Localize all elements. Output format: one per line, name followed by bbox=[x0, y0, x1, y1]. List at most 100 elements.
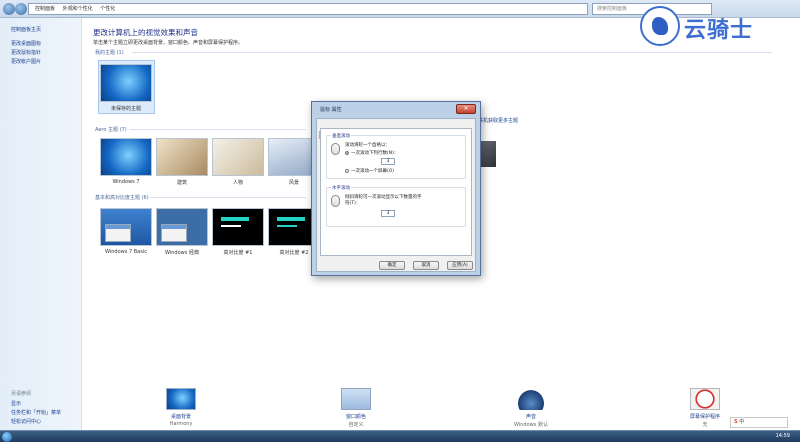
window-color-button[interactable]: 窗口颜色 自定义 bbox=[321, 388, 391, 428]
theme-name: Windows 经典 bbox=[165, 250, 199, 256]
breadcrumb-item[interactable]: 外观和个性化 bbox=[63, 6, 93, 12]
ok-button[interactable]: 确定 bbox=[379, 261, 405, 270]
my-themes-label: 我的主题 (1) bbox=[95, 50, 124, 56]
theme-architecture[interactable]: 建筑 bbox=[152, 138, 212, 186]
theme-windows-classic[interactable]: Windows 经典 bbox=[152, 208, 212, 256]
ime-logo-icon: S bbox=[734, 419, 738, 425]
mouse-icon bbox=[331, 195, 340, 207]
radio-label: 一次滚动一个屏幕(O) bbox=[351, 169, 395, 174]
tray-subtitle: Windows 默认 bbox=[514, 422, 548, 428]
radio-screen[interactable]: 一次滚动一个屏幕(O) bbox=[345, 168, 394, 174]
control-panel-home-link[interactable]: 控制面板主页 bbox=[11, 26, 41, 33]
taskbar-start-menu-link[interactable]: 任务栏和「开始」菜单 bbox=[11, 409, 61, 416]
close-button[interactable]: ✕ bbox=[456, 104, 476, 114]
group-title: 垂直滚动 bbox=[331, 133, 351, 139]
horizontal-scroll-group: 水平滚动 倾斜滑轮可一次滚动显示以下数量的字 符(T)： 3 bbox=[326, 185, 466, 227]
page-subtitle: 单击某个主题立即更改桌面背景、窗口颜色、声音和屏幕保护程序。 bbox=[93, 40, 244, 46]
breadcrumb-item[interactable]: 控制面板 bbox=[35, 6, 55, 12]
window-color-icon bbox=[341, 388, 371, 410]
desktop-background-icon bbox=[166, 388, 196, 410]
display-link[interactable]: 显示 bbox=[11, 400, 21, 407]
theme-thumbnail bbox=[100, 138, 152, 176]
mouse-properties-dialog: 鼠标 属性 ✕ 鼠标键指针指针选项滑轮硬件 垂直滚动 滚动滑轮一个齿格以： 一次… bbox=[311, 101, 481, 276]
customization-tray: 桌面背景 Harmony 窗口颜色 自定义 声音 Windows 默认 屏幕保护… bbox=[82, 380, 800, 430]
theme-thumbnail bbox=[156, 138, 208, 176]
sounds-icon bbox=[516, 388, 546, 410]
change-mouse-pointers-link[interactable]: 更改鼠标指针 bbox=[11, 49, 41, 56]
back-button[interactable] bbox=[3, 3, 15, 15]
cancel-button[interactable]: 取消 bbox=[413, 261, 439, 270]
preview-bar bbox=[277, 217, 305, 221]
theme-name: 未保存的主题 bbox=[110, 106, 141, 112]
dialog-title: 鼠标 属性 bbox=[320, 107, 342, 113]
wheel-pane: 垂直滚动 滚动滑轮一个齿格以： 一次滚动下列行数(N)： 3 一次滚动一个屏幕(… bbox=[320, 128, 472, 256]
tray-title: 窗口颜色 bbox=[345, 414, 366, 420]
section-divider bbox=[150, 197, 306, 198]
radio-button[interactable] bbox=[345, 150, 349, 155]
see-also-heading: 另请参阅 bbox=[11, 391, 32, 397]
theme-name: Windows 7 Basic bbox=[105, 249, 147, 255]
clock[interactable]: 14:59 bbox=[776, 431, 790, 442]
dialog-body: 鼠标键指针指针选项滑轮硬件 垂直滚动 滚动滑轮一个齿格以： 一次滚动下列行数(N… bbox=[316, 118, 476, 272]
theme-thumbnail bbox=[100, 208, 152, 246]
breadcrumb-item[interactable]: 个性化 bbox=[100, 6, 115, 12]
basic-themes-label: 基本和高对比度主题 (6) bbox=[95, 195, 149, 201]
tray-title: 声音 bbox=[525, 414, 536, 420]
left-pane: 控制面板主页 更改桌面图标 更改鼠标指针 更改帐户图片 另请参阅 显示 任务栏和… bbox=[0, 18, 82, 430]
horizontal-desc-2: 符(T)： bbox=[345, 201, 361, 206]
watermark-text: 云骑士 bbox=[684, 18, 754, 43]
mouse-icon bbox=[331, 143, 340, 155]
ime-toolbar[interactable]: S 中 bbox=[730, 417, 788, 428]
screen-saver-icon bbox=[690, 388, 720, 410]
tray-title: 桌面背景 bbox=[170, 414, 191, 420]
theme-name: 高对比度 #1 bbox=[223, 250, 253, 256]
sounds-button[interactable]: 声音 Windows 默认 bbox=[496, 388, 566, 428]
group-title: 水平滚动 bbox=[331, 185, 351, 191]
change-account-picture-link[interactable]: 更改帐户图片 bbox=[11, 58, 41, 65]
forward-button[interactable] bbox=[15, 3, 27, 15]
tray-subtitle: Harmony bbox=[169, 421, 193, 427]
theme-name: Windows 7 bbox=[112, 179, 140, 185]
theme-thumbnail bbox=[156, 208, 208, 246]
online-themes-link[interactable]: 联机获取更多主题 bbox=[478, 117, 518, 124]
vertical-scroll-group: 垂直滚动 滚动滑轮一个齿格以： 一次滚动下列行数(N)： 3 一次滚动一个屏幕(… bbox=[326, 133, 466, 179]
knight-logo-icon bbox=[640, 6, 680, 46]
address-bar: 控制面板 外观和个性化 个性化 搜索控制面板 bbox=[0, 0, 800, 18]
theme-windows-7[interactable]: Windows 7 bbox=[96, 138, 156, 185]
preview-bar bbox=[221, 225, 241, 227]
theme-name: 建筑 bbox=[176, 180, 187, 186]
change-desktop-icons-link[interactable]: 更改桌面图标 bbox=[11, 40, 41, 47]
ime-mode: 中 bbox=[739, 419, 745, 425]
desktop-background-button[interactable]: 桌面背景 Harmony bbox=[146, 388, 216, 427]
theme-high-contrast-1[interactable]: 高对比度 #1 bbox=[208, 208, 268, 256]
theme-windows-7-basic[interactable]: Windows 7 Basic bbox=[96, 208, 156, 255]
lines-stepper[interactable]: 3 bbox=[381, 158, 395, 165]
theme-thumbnail bbox=[212, 138, 264, 176]
section-divider bbox=[130, 129, 306, 130]
apply-button[interactable]: 应用(A) bbox=[447, 261, 473, 270]
theme-thumbnail bbox=[212, 208, 264, 246]
radio-lines[interactable]: 一次滚动下列行数(N)： bbox=[345, 150, 398, 156]
theme-thumbnail bbox=[100, 64, 152, 102]
theme-unsaved[interactable]: 未保存的主题 bbox=[96, 64, 156, 112]
theme-name: 人物 bbox=[232, 180, 243, 186]
preview-bar bbox=[221, 217, 249, 221]
theme-characters[interactable]: 人物 bbox=[208, 138, 268, 186]
radio-button[interactable] bbox=[345, 168, 349, 173]
page-title: 更改计算机上的视觉效果和声音 bbox=[93, 28, 198, 37]
tab-strip: 鼠标键指针指针选项滑轮硬件 bbox=[319, 120, 413, 139]
radio-label: 一次滚动下列行数(N)： bbox=[351, 151, 399, 156]
breadcrumb[interactable]: 控制面板 外观和个性化 个性化 bbox=[28, 3, 588, 15]
vertical-desc: 滚动滑轮一个齿格以： bbox=[345, 143, 390, 148]
section-divider bbox=[132, 52, 772, 53]
personalization-window: 控制面板 外观和个性化 个性化 搜索控制面板 控制面板主页 更改桌面图标 更改鼠… bbox=[0, 0, 800, 430]
aero-themes-label: Aero 主题 (7) bbox=[95, 127, 127, 133]
window-preview bbox=[105, 224, 131, 242]
ease-of-access-link[interactable]: 轻松访问中心 bbox=[11, 418, 41, 425]
tray-subtitle: 自定义 bbox=[348, 422, 364, 428]
window-preview bbox=[161, 224, 187, 242]
preview-bar bbox=[277, 225, 297, 227]
chars-stepper[interactable]: 3 bbox=[381, 210, 395, 217]
taskbar: 14:59 bbox=[0, 430, 800, 442]
start-button[interactable] bbox=[2, 432, 12, 442]
